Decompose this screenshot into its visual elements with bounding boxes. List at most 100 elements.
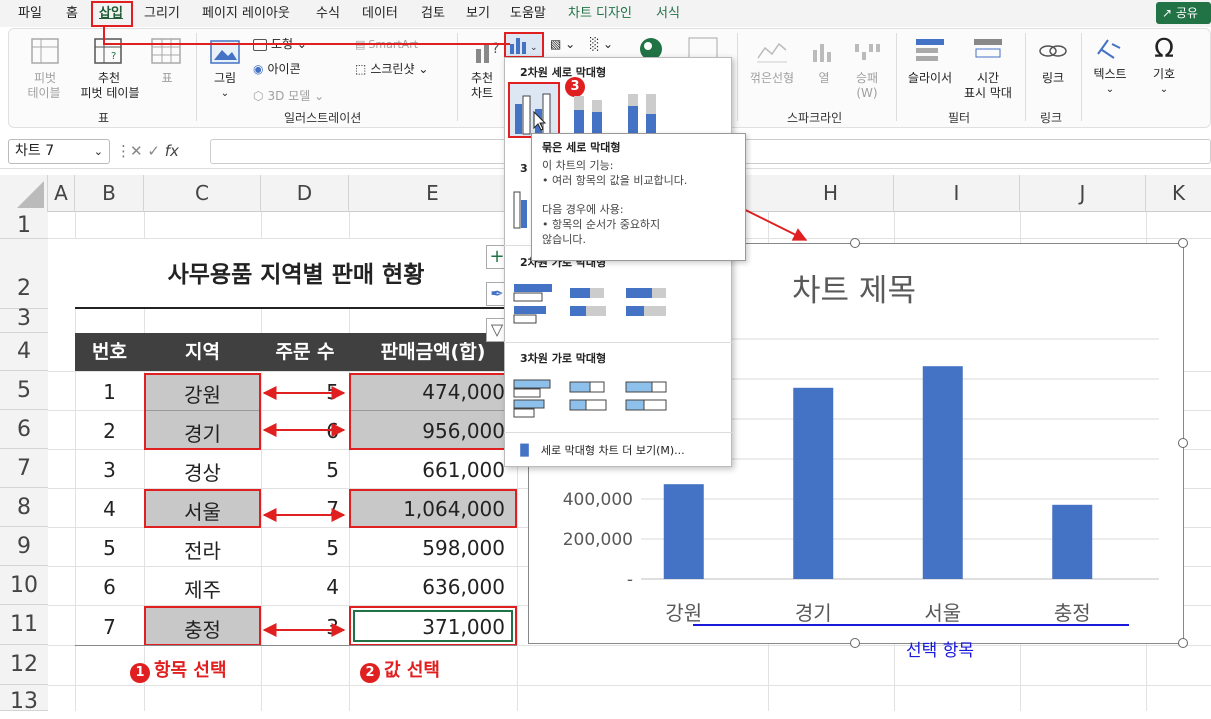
100-stacked-bar-icon[interactable] (624, 282, 670, 326)
cell-region[interactable]: 경기 (144, 418, 261, 447)
3d-clustered-bar-icon[interactable] (512, 376, 558, 420)
col-header-j[interactable]: J (1020, 175, 1146, 212)
clustered-bar-icon[interactable] (512, 282, 558, 326)
3d-model-button[interactable]: ⬡ 3D 모델 ⌄ (253, 89, 324, 104)
symbol-chevron-icon[interactable]: ⌄ (1154, 82, 1174, 97)
cell-orders[interactable]: 3 (261, 615, 339, 639)
stacked-bar-icon[interactable] (568, 282, 614, 326)
th-number[interactable]: 번호 (75, 333, 144, 371)
row-header-9[interactable]: 9 (0, 527, 48, 566)
cell-orders[interactable]: 5 (261, 380, 339, 404)
more-icon[interactable]: ⋮ (116, 139, 131, 164)
shapes-button[interactable]: 도형 ⌄ (253, 37, 307, 52)
cell-region[interactable]: 전라 (144, 535, 261, 564)
row-header-8[interactable]: 8 (0, 488, 48, 527)
cell-sales[interactable]: 371,000 (349, 615, 505, 639)
cell-orders[interactable]: 6 (261, 419, 339, 443)
cell-region[interactable]: 경상 (144, 457, 261, 486)
sparkline-column-icon[interactable] (809, 38, 839, 64)
row-header-6[interactable]: 6 (0, 410, 48, 449)
cell-sales[interactable]: 1,064,000 (349, 497, 505, 521)
recommended-charts-icon[interactable]: ? (472, 37, 504, 67)
share-button[interactable]: ↗ 공유 (1156, 2, 1211, 24)
cell-sales[interactable]: 636,000 (349, 575, 505, 599)
menu-page-layout[interactable]: 페이지 레이아웃 (202, 0, 290, 27)
waterfall-chart-button[interactable]: ░ ⌄ (590, 37, 613, 52)
row-header-11[interactable]: 11 (0, 605, 48, 645)
omega-icon[interactable]: Ω (1150, 34, 1178, 64)
cell-orders[interactable]: 5 (261, 458, 339, 482)
row-header-4[interactable]: 4 (0, 333, 48, 371)
more-column-charts-link[interactable]: ▐▌ 세로 막대형 차트 더 보기(M)... (516, 442, 685, 458)
menu-format[interactable]: 서식 (656, 0, 680, 27)
menu-chart-design[interactable]: 차트 디자인 (568, 0, 632, 27)
fx-icon[interactable]: fx (165, 142, 179, 160)
menu-draw[interactable]: 그리기 (144, 0, 180, 27)
cell-number[interactable]: 2 (75, 419, 144, 443)
col-header-d[interactable]: D (261, 175, 349, 212)
row-header-5[interactable]: 5 (0, 371, 48, 410)
col-header-h[interactable]: H (768, 175, 894, 212)
text-icon[interactable] (1094, 36, 1124, 64)
row-header-2[interactable]: 2 (0, 239, 48, 309)
name-box[interactable]: 차트 7 ⌄ (8, 139, 110, 164)
cell-number[interactable]: 7 (75, 615, 144, 639)
row-header-3[interactable]: 3 (0, 308, 48, 333)
cell-number[interactable]: 5 (75, 536, 144, 560)
clustered-column-option[interactable] (508, 82, 560, 138)
resize-handle[interactable] (1178, 238, 1188, 248)
link-icon[interactable] (1038, 38, 1068, 64)
cell-region[interactable]: 제주 (144, 574, 261, 603)
cell-sales[interactable]: 956,000 (349, 419, 505, 443)
sparkline-winloss-icon[interactable] (852, 38, 882, 64)
stacked-column-icon[interactable] (568, 90, 614, 134)
resize-handle[interactable] (1178, 438, 1188, 448)
menu-home[interactable]: 홈 (66, 0, 78, 27)
pivot-table-icon[interactable] (30, 37, 62, 67)
3d-stacked-bar-icon[interactable] (568, 376, 614, 420)
col-header-e[interactable]: E (349, 175, 517, 212)
picture-chevron-icon[interactable]: ⌄ (210, 86, 240, 101)
hierarchy-chart-button[interactable]: ▧ ⌄ (550, 37, 575, 52)
cell-number[interactable]: 1 (75, 380, 144, 404)
menu-help[interactable]: 도움말 (510, 0, 546, 27)
timeline-icon[interactable] (972, 37, 1004, 67)
cell-region[interactable]: 강원 (144, 379, 261, 408)
sparkline-line-icon[interactable] (756, 38, 788, 64)
cell-orders[interactable]: 4 (261, 575, 339, 599)
name-box-chevron-icon[interactable]: ⌄ (94, 140, 103, 163)
menu-file[interactable]: 파일 (18, 0, 42, 27)
col-header-c[interactable]: C (144, 175, 261, 212)
resize-handle[interactable] (850, 638, 860, 648)
3d-100-stacked-bar-icon[interactable] (624, 376, 670, 420)
resize-handle[interactable] (1178, 638, 1188, 648)
cell-sales[interactable]: 598,000 (349, 536, 505, 560)
row-header-10[interactable]: 10 (0, 566, 48, 605)
resize-handle[interactable] (850, 238, 860, 248)
cell-number[interactable]: 4 (75, 497, 144, 521)
smartart-button[interactable]: ▤ SmartArt (355, 37, 418, 52)
text-chevron-icon[interactable]: ⌄ (1100, 82, 1120, 97)
column-chart-button[interactable]: ⌄ (504, 32, 544, 58)
recommended-pivot-icon[interactable]: ? (93, 37, 125, 67)
cell-orders[interactable]: 7 (261, 497, 339, 521)
col-header-a[interactable]: A (48, 175, 75, 212)
picture-icon[interactable] (210, 40, 240, 66)
enter-icon[interactable]: ✓ (147, 142, 160, 160)
menu-review[interactable]: 검토 (421, 0, 445, 27)
cell-sales[interactable]: 661,000 (349, 458, 505, 482)
menu-formulas[interactable]: 수식 (316, 0, 340, 27)
menu-data[interactable]: 데이터 (362, 0, 398, 27)
cell-number[interactable]: 3 (75, 458, 144, 482)
cell-sales[interactable]: 474,000 (349, 380, 505, 404)
row-header-1[interactable]: 1 (0, 212, 48, 239)
cell-orders[interactable]: 5 (261, 536, 339, 560)
slicer-icon[interactable] (914, 37, 946, 67)
th-orders[interactable]: 주문 수 (261, 333, 349, 371)
cell-number[interactable]: 6 (75, 575, 144, 599)
menu-view[interactable]: 보기 (466, 0, 490, 27)
3d-column-icon[interactable] (510, 180, 530, 230)
row-header-7[interactable]: 7 (0, 449, 48, 488)
100-stacked-column-icon[interactable] (622, 90, 668, 134)
cell-region[interactable]: 서울 (144, 496, 261, 525)
